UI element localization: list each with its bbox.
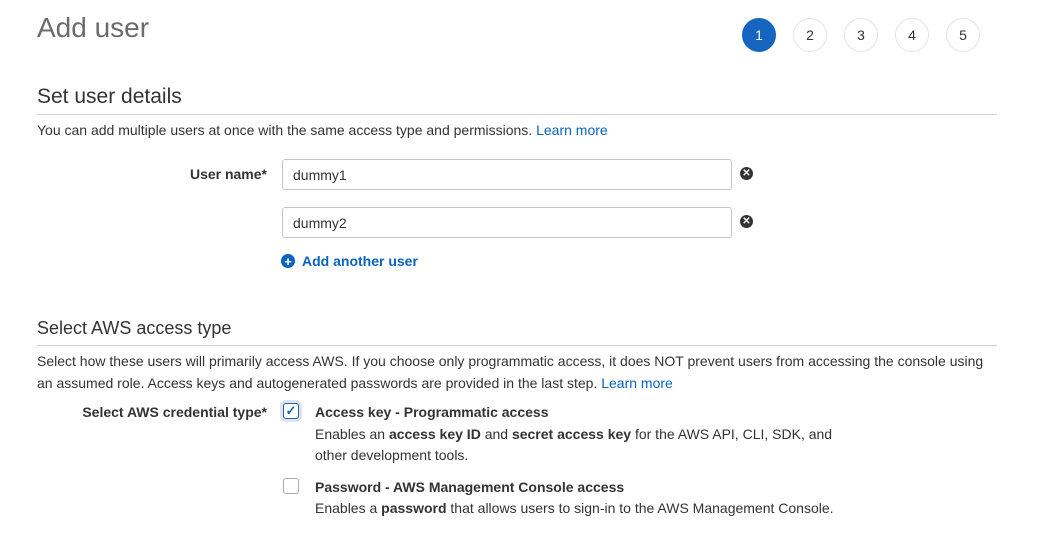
step-1[interactable]: 1 <box>742 18 776 52</box>
access-key-checkbox[interactable]: ✓ <box>283 403 299 419</box>
description-text: You can add multiple users at once with … <box>37 122 533 138</box>
access-key-option-title: Access key - Programmatic access <box>315 404 549 420</box>
credential-type-label: Select AWS credential type* <box>82 404 267 420</box>
user-name-input-1[interactable] <box>282 159 732 190</box>
bold-text: secret access key <box>511 426 632 442</box>
step-5[interactable]: 5 <box>946 18 980 52</box>
section-heading-user-details: Set user details <box>37 85 182 108</box>
access-type-description: Select how these users will primarily ac… <box>37 350 1002 394</box>
step-4[interactable]: 4 <box>895 18 929 52</box>
divider <box>37 345 997 346</box>
add-another-user-button[interactable]: + Add another user <box>281 253 418 269</box>
access-key-option-description: Enables an access key ID and secret acce… <box>315 424 855 466</box>
step-2[interactable]: 2 <box>793 18 827 52</box>
page-title: Add user <box>37 12 150 43</box>
plus-circle-icon: + <box>281 254 295 268</box>
text: Enables an <box>315 426 389 442</box>
step-3[interactable]: 3 <box>844 18 878 52</box>
bold-text: password <box>381 500 447 516</box>
description-text: Select how these users will primarily ac… <box>37 353 984 391</box>
user-details-description: You can add multiple users at once with … <box>37 119 608 141</box>
text: and <box>480 426 512 442</box>
password-option-description: Enables a password that allows users to … <box>315 498 915 519</box>
text: that allows users to sign-in to the AWS … <box>446 500 834 516</box>
wizard-steps: 1 2 3 4 5 <box>742 18 980 52</box>
section-heading-access-type: Select AWS access type <box>37 318 232 338</box>
add-another-user-label: Add another user <box>302 253 418 269</box>
learn-more-link[interactable]: Learn more <box>536 122 608 138</box>
remove-user-1-icon[interactable]: ✕ <box>740 167 753 180</box>
user-name-label: User name* <box>189 166 267 182</box>
user-name-input-2[interactable] <box>282 207 732 238</box>
text: Enables a <box>315 500 382 516</box>
password-option-title: Password - AWS Management Console access <box>315 479 625 495</box>
bold-text: access key ID <box>388 426 481 442</box>
learn-more-link[interactable]: Learn more <box>601 375 673 391</box>
divider <box>37 114 997 115</box>
password-checkbox[interactable] <box>283 478 299 494</box>
remove-user-2-icon[interactable]: ✕ <box>740 215 753 228</box>
